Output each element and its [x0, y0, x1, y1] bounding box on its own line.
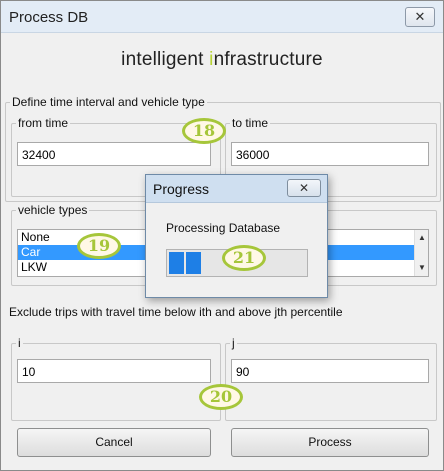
- i-percentile-input[interactable]: 10: [17, 359, 211, 383]
- close-icon: ✕: [298, 181, 310, 195]
- j-percentile-label: j: [230, 336, 237, 350]
- from-time-label: from time: [16, 116, 71, 130]
- progress-close-button[interactable]: ✕: [287, 179, 321, 197]
- vehicle-types-label: vehicle types: [16, 203, 90, 217]
- j-percentile-input[interactable]: 90: [231, 359, 429, 383]
- listbox-scrollbar[interactable]: ▲ ▼: [414, 230, 428, 276]
- progress-block: [186, 252, 201, 274]
- exclude-trips-text: Exclude trips with travel time below ith…: [9, 305, 343, 319]
- progress-dialog-titlebar[interactable]: Progress ✕: [146, 175, 327, 203]
- annotation-badge-21: 21: [222, 245, 266, 271]
- logo-prefix: intelligent: [121, 49, 210, 70]
- time-interval-group-label: Define time interval and vehicle type: [10, 95, 207, 109]
- progress-dialog-title: Progress: [153, 181, 210, 197]
- progress-block: [169, 252, 184, 274]
- processing-label: Processing Database: [166, 221, 281, 235]
- progress-fill: [169, 252, 201, 274]
- title-bar[interactable]: Process DB ✕: [1, 1, 443, 33]
- annotation-badge-18: 18: [182, 118, 226, 144]
- scroll-up-icon[interactable]: ▲: [415, 231, 429, 245]
- logo-suffix: nfrastructure: [213, 49, 323, 70]
- progress-dialog: Progress ✕ Processing Database: [145, 174, 328, 298]
- logo: intelligent infrastructure: [1, 49, 443, 71]
- to-time-input[interactable]: 36000: [231, 142, 429, 166]
- process-button[interactable]: Process: [231, 428, 429, 457]
- cancel-button[interactable]: Cancel: [17, 428, 211, 457]
- annotation-badge-20: 20: [199, 384, 243, 410]
- scroll-down-icon[interactable]: ▼: [415, 261, 429, 275]
- window-title: Process DB: [9, 9, 89, 26]
- annotation-badge-19: 19: [77, 233, 121, 259]
- from-time-input[interactable]: 32400: [17, 142, 211, 166]
- close-button[interactable]: ✕: [405, 7, 435, 27]
- i-percentile-label: i: [16, 336, 23, 350]
- close-icon: ✕: [414, 9, 426, 24]
- to-time-label: to time: [230, 116, 271, 130]
